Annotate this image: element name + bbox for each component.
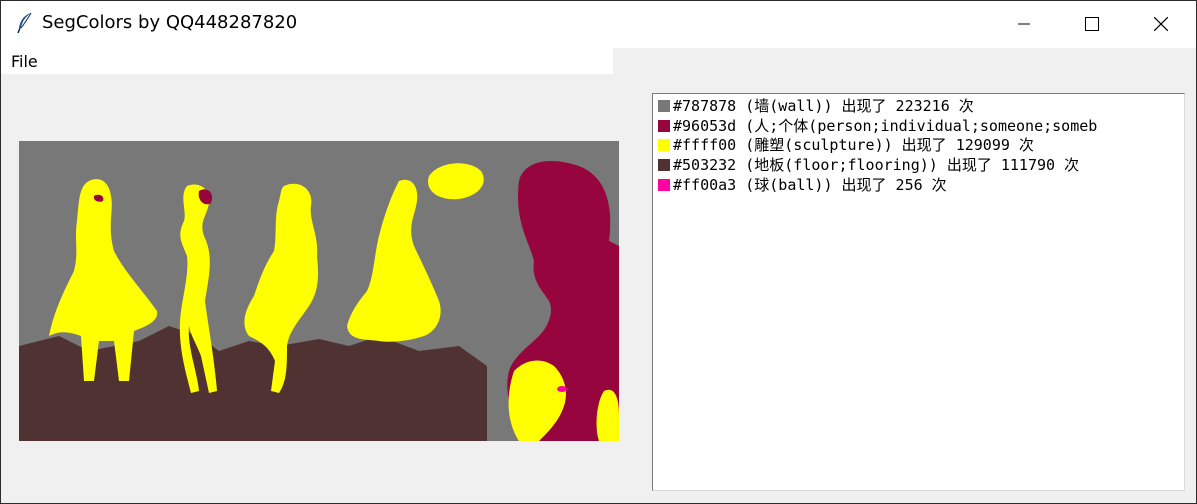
maximize-button[interactable] <box>1069 1 1115 46</box>
color-swatch <box>658 139 670 151</box>
list-item[interactable]: #96053d (人;个体(person;individual;someone;… <box>658 116 1097 136</box>
title-bar[interactable]: SegColors by QQ448287820 <box>1 1 1196 46</box>
menu-file[interactable]: File <box>11 52 38 71</box>
menu-bar-divider <box>613 46 1196 48</box>
minimize-icon <box>1018 23 1030 24</box>
close-icon <box>1154 16 1168 31</box>
color-swatch <box>658 159 670 171</box>
menu-bar: File <box>1 46 613 74</box>
feather-icon <box>16 12 34 34</box>
window-title: SegColors by QQ448287820 <box>42 12 298 33</box>
color-swatch <box>658 100 670 112</box>
color-legend-listbox[interactable]: #787878 (墙(wall)) 出现了 223216 次 #96053d (… <box>652 93 1185 491</box>
list-item[interactable]: #503232 (地板(floor;flooring)) 出现了 111790 … <box>658 155 1079 175</box>
list-item[interactable]: #ff00a3 (球(ball)) 出现了 256 次 <box>658 175 947 195</box>
color-swatch <box>658 120 670 132</box>
maximize-icon <box>1085 16 1099 31</box>
minimize-button[interactable] <box>1001 1 1047 46</box>
ball-region <box>557 386 567 392</box>
segmentation-image <box>19 141 619 441</box>
list-item[interactable]: #ffff00 (雕塑(sculpture)) 出现了 129099 次 <box>658 135 1034 155</box>
app-window: SegColors by QQ448287820 File #787878 (墙… <box>0 0 1197 504</box>
list-item[interactable]: #787878 (墙(wall)) 出现了 223216 次 <box>658 96 974 116</box>
color-swatch <box>658 179 670 191</box>
close-button[interactable] <box>1138 1 1184 46</box>
segmentation-map <box>19 141 619 441</box>
